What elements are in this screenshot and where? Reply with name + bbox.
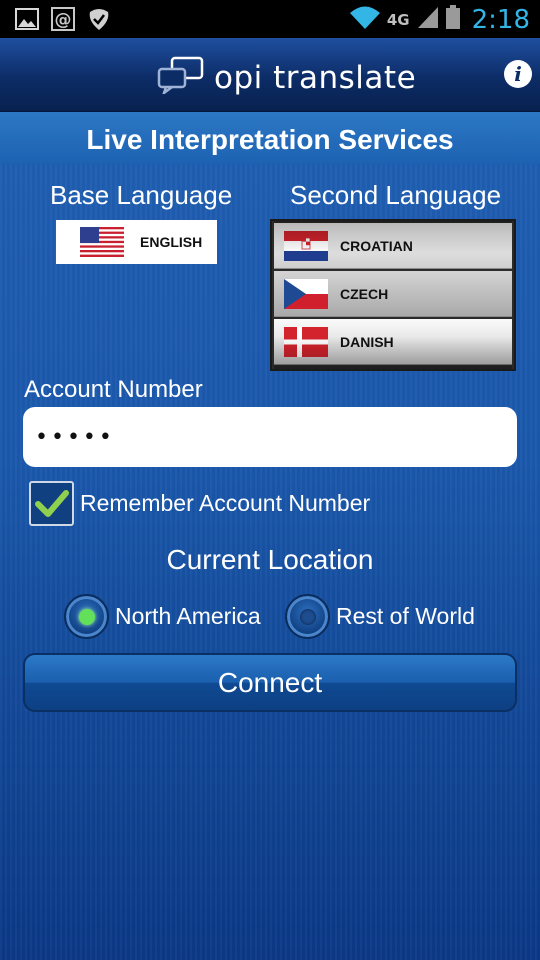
picker-item-croatian[interactable]: CROATIAN bbox=[274, 223, 512, 269]
croatia-flag-icon bbox=[284, 230, 328, 261]
remember-account-checkbox[interactable] bbox=[29, 481, 74, 526]
current-location-heading: Current Location bbox=[166, 544, 374, 575]
gallery-icon bbox=[14, 7, 40, 31]
checkmark-icon bbox=[34, 489, 69, 517]
location-rest-of-world[interactable]: Rest of World bbox=[285, 594, 475, 639]
base-language-heading: Base Language bbox=[50, 180, 233, 210]
denmark-flag-icon bbox=[284, 326, 328, 357]
radio-north-america[interactable] bbox=[64, 594, 109, 639]
app-logo: opi translate bbox=[156, 56, 416, 99]
base-language-label: ENGLISH bbox=[140, 234, 203, 250]
radio-label-north-america: North America bbox=[115, 603, 261, 629]
svg-text:@: @ bbox=[55, 10, 72, 30]
page-title: Live Interpretation Services bbox=[86, 124, 454, 155]
picker-item-label: CZECH bbox=[340, 285, 389, 302]
wifi-icon bbox=[349, 4, 381, 35]
clock: 2:18 bbox=[471, 4, 530, 35]
info-glyph: i bbox=[514, 62, 522, 86]
title-bar: opi translate i bbox=[0, 38, 540, 112]
battery-icon bbox=[445, 5, 460, 34]
chat-bubbles-icon bbox=[156, 56, 206, 99]
network-type: 4G bbox=[386, 10, 410, 29]
second-language-heading: Second Language bbox=[290, 180, 502, 210]
notification-icons: @ bbox=[14, 7, 112, 31]
email-icon: @ bbox=[50, 7, 76, 31]
picker-item-label: CROATIAN bbox=[340, 237, 413, 254]
service-banner: Live Interpretation Services bbox=[0, 112, 540, 164]
remember-account-row[interactable]: Remember Account Number bbox=[29, 481, 370, 526]
base-language-selector[interactable]: ENGLISH bbox=[56, 220, 217, 264]
connect-button-label: Connect bbox=[217, 666, 323, 698]
main-content: Live Interpretation Services Base Langua… bbox=[0, 112, 540, 960]
connect-button[interactable]: Connect bbox=[23, 653, 517, 712]
us-flag-icon bbox=[80, 227, 124, 257]
radio-rest-of-world[interactable] bbox=[285, 594, 330, 639]
radio-unselected-dot bbox=[299, 608, 316, 625]
location-north-america[interactable]: North America bbox=[64, 594, 261, 639]
system-icons: 4G 2:18 bbox=[349, 4, 530, 35]
picker-item-label: DANISH bbox=[340, 333, 394, 350]
account-number-input[interactable] bbox=[23, 407, 517, 467]
task-check-icon bbox=[86, 7, 112, 31]
remember-account-label: Remember Account Number bbox=[80, 490, 371, 516]
account-number-label: Account Number bbox=[24, 376, 203, 403]
picker-item-danish[interactable]: DANISH bbox=[274, 319, 512, 365]
radio-label-rest-of-world: Rest of World bbox=[336, 603, 475, 629]
status-bar: @ 4G 2:18 bbox=[0, 0, 540, 38]
info-icon[interactable]: i bbox=[504, 60, 532, 88]
picker-item-czech[interactable]: CZECH bbox=[274, 271, 512, 317]
czech-flag-icon bbox=[284, 278, 328, 309]
signal-icon bbox=[416, 5, 440, 34]
second-language-picker[interactable]: CROATIAN CZECH DANISH bbox=[270, 219, 516, 371]
radio-selected-dot bbox=[78, 608, 95, 625]
app-name: opi translate bbox=[214, 59, 417, 96]
